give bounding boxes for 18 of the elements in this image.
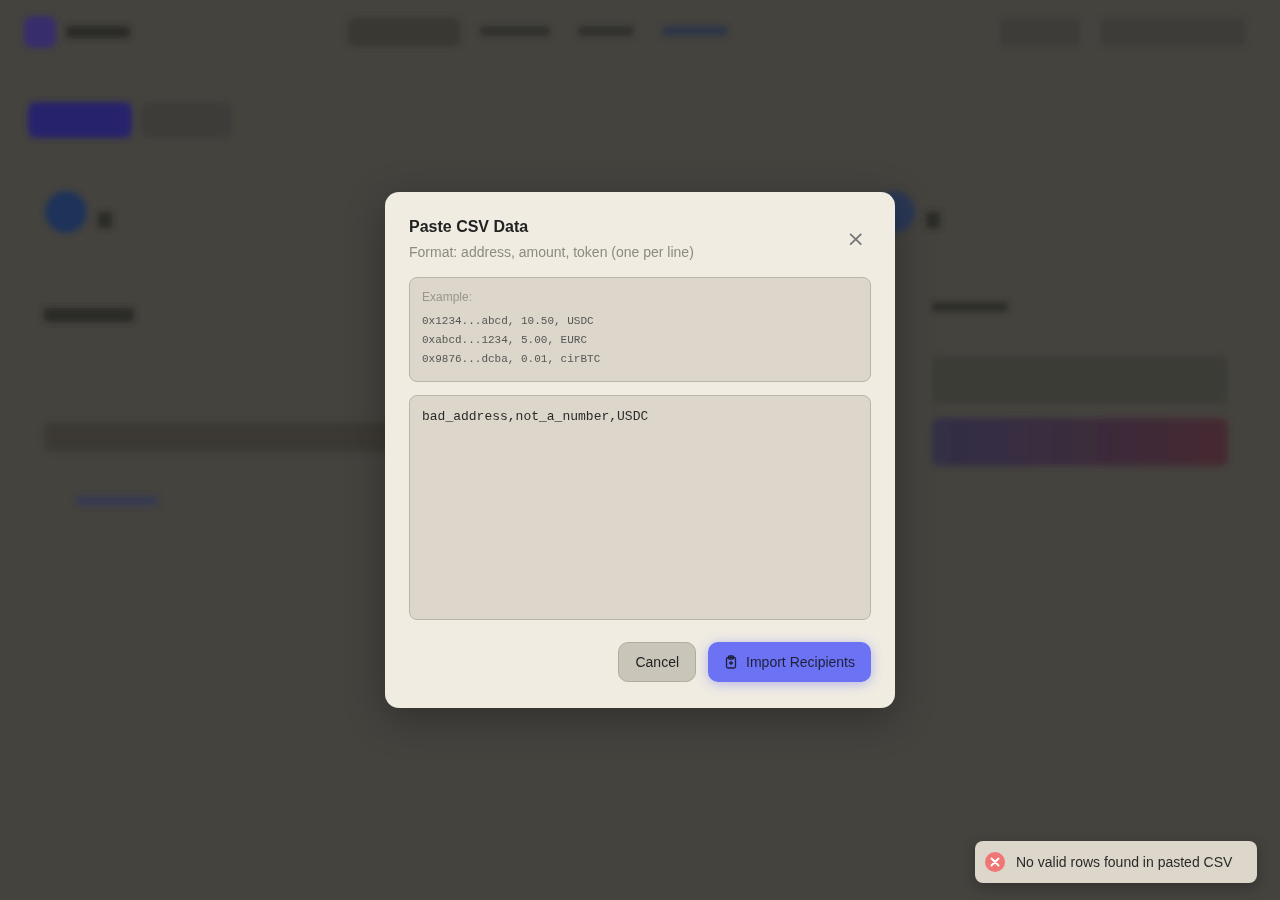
- blurred-logo: [24, 16, 56, 48]
- csv-input-field[interactable]: bad_address,not_a_number,USDC: [409, 395, 871, 620]
- close-button[interactable]: ×: [840, 228, 871, 250]
- example-line: 0x1234...abcd, 10.50, USDC: [422, 314, 595, 329]
- toast-message: No valid rows found in pasted CSV: [1016, 854, 1233, 870]
- example-line: 0xabcd...1234, 5.00, EURC: [422, 333, 589, 348]
- example-label: Example:: [422, 290, 474, 304]
- blurred-text: [66, 26, 130, 38]
- blurred-text: [926, 212, 940, 228]
- blurred-text: [98, 212, 112, 228]
- example-line: 0x9876...dcba, 0.01, cirBTC: [422, 352, 602, 367]
- blurred-avatar: [45, 191, 87, 233]
- dialog-title: Paste CSV Data: [409, 218, 530, 236]
- error-icon: [985, 852, 1005, 872]
- import-button[interactable]: Import Recipients: [708, 642, 871, 682]
- clipboard-icon: [724, 655, 739, 669]
- dialog-subtitle: Format: address, amount, token (one per line): [409, 244, 694, 260]
- cancel-button[interactable]: Cancel: [618, 642, 697, 682]
